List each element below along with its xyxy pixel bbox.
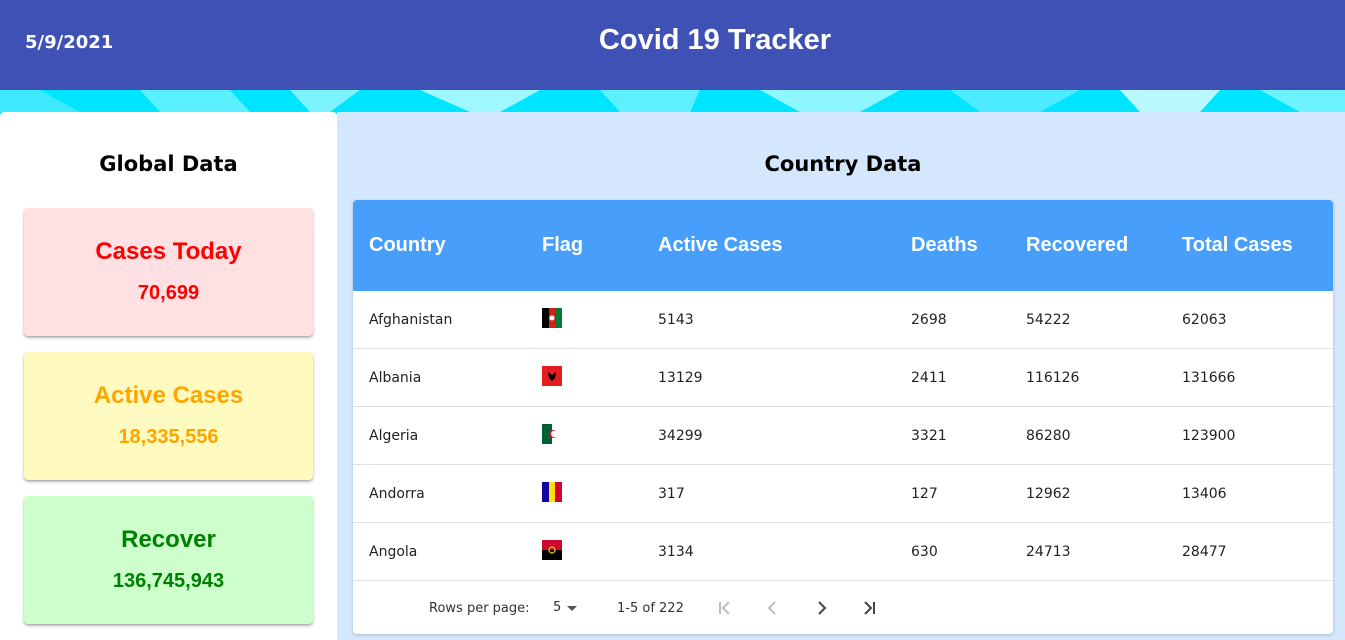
country-data-panel: Country Data Country Flag Active Cases D… <box>337 112 1345 640</box>
total-cases-cell: 131666 <box>1182 370 1236 386</box>
first-page-icon[interactable] <box>713 596 737 620</box>
recovered-cell: 116126 <box>1026 370 1080 386</box>
recover-card: Recover 136,745,943 <box>24 496 313 624</box>
algeria-flag-icon <box>542 424 562 444</box>
next-page-icon[interactable] <box>809 596 833 620</box>
country-name: Afghanistan <box>369 312 453 328</box>
deaths-cell: 3321 <box>911 428 947 444</box>
decorative-banner <box>0 90 1345 112</box>
previous-page-icon[interactable] <box>761 596 785 620</box>
deaths-cell: 2411 <box>911 370 947 386</box>
active-cases-cell: 317 <box>658 486 685 502</box>
deaths-cell: 2698 <box>911 312 947 328</box>
country-name: Albania <box>369 370 422 386</box>
rows-per-page-label: Rows per page: <box>429 601 530 616</box>
total-cases-cell: 28477 <box>1182 544 1227 560</box>
table-header: Country Flag Active Cases Deaths Recover… <box>353 200 1333 291</box>
table-row[interactable]: Algeria 34299 3321 86280 123900 <box>353 407 1333 465</box>
recovered-cell: 12962 <box>1026 486 1071 502</box>
active-cases-cell: 5143 <box>658 312 694 328</box>
cases-today-label: Cases Today <box>95 238 242 265</box>
total-cases-cell: 62063 <box>1182 312 1227 328</box>
rows-per-page-select[interactable]: 5 <box>553 600 578 615</box>
table-row[interactable]: Angola 3134 630 24713 28477 <box>353 523 1333 581</box>
country-data-title: Country Data <box>764 152 922 176</box>
deaths-cell: 630 <box>911 544 938 560</box>
country-name: Andorra <box>369 486 425 502</box>
total-cases-cell: 13406 <box>1182 486 1227 502</box>
app-title: Covid 19 Tracker <box>598 24 832 56</box>
afghanistan-flag-icon <box>542 308 562 328</box>
recovered-cell: 24713 <box>1026 544 1071 560</box>
active-cases-value: 18,335,556 <box>118 426 219 448</box>
last-page-icon[interactable] <box>857 596 881 620</box>
total-cases-cell: 123900 <box>1182 428 1236 444</box>
active-cases-cell: 3134 <box>658 544 694 560</box>
active-cases-label: Active Cases <box>93 382 244 409</box>
country-name: Angola <box>369 544 418 560</box>
column-header-recovered[interactable]: Recovered <box>1026 234 1128 257</box>
recover-label: Recover <box>121 526 216 553</box>
table-row[interactable]: Albania 13129 2411 116126 131666 <box>353 349 1333 407</box>
table-row[interactable]: Andorra 317 127 12962 13406 <box>353 465 1333 523</box>
recover-value: 136,745,943 <box>112 570 225 592</box>
cases-today-value: 70,699 <box>137 282 200 304</box>
active-cases-cell: 34299 <box>658 428 703 444</box>
cases-today-card: Cases Today 70,699 <box>24 208 313 336</box>
global-data-title: Global Data <box>99 152 238 176</box>
table-row[interactable]: Afghanistan 5143 2698 54222 62063 <box>353 291 1333 349</box>
chevron-down-icon <box>567 605 578 611</box>
column-header-flag[interactable]: Flag <box>542 234 583 257</box>
recovered-cell: 86280 <box>1026 428 1071 444</box>
column-header-deaths[interactable]: Deaths <box>911 234 978 257</box>
deaths-cell: 127 <box>911 486 938 502</box>
country-table: Country Flag Active Cases Deaths Recover… <box>353 200 1333 634</box>
table-pagination: Rows per page: 5 1-5 of 222 <box>353 581 1333 634</box>
column-header-total-cases[interactable]: Total Cases <box>1182 234 1293 257</box>
active-cases-cell: 13129 <box>658 370 703 386</box>
active-cases-card: Active Cases 18,335,556 <box>24 352 313 480</box>
country-name: Algeria <box>369 428 419 444</box>
column-header-active-cases[interactable]: Active Cases <box>658 234 783 257</box>
rows-per-page-value: 5 <box>553 600 562 615</box>
recovered-cell: 54222 <box>1026 312 1071 328</box>
andorra-flag-icon <box>542 482 562 502</box>
app-bar: 5/9/2021 Covid 19 Tracker <box>0 0 1345 90</box>
albania-flag-icon <box>542 366 562 386</box>
column-header-country[interactable]: Country <box>369 234 446 257</box>
pagination-range: 1-5 of 222 <box>617 601 684 616</box>
angola-flag-icon <box>542 540 562 560</box>
